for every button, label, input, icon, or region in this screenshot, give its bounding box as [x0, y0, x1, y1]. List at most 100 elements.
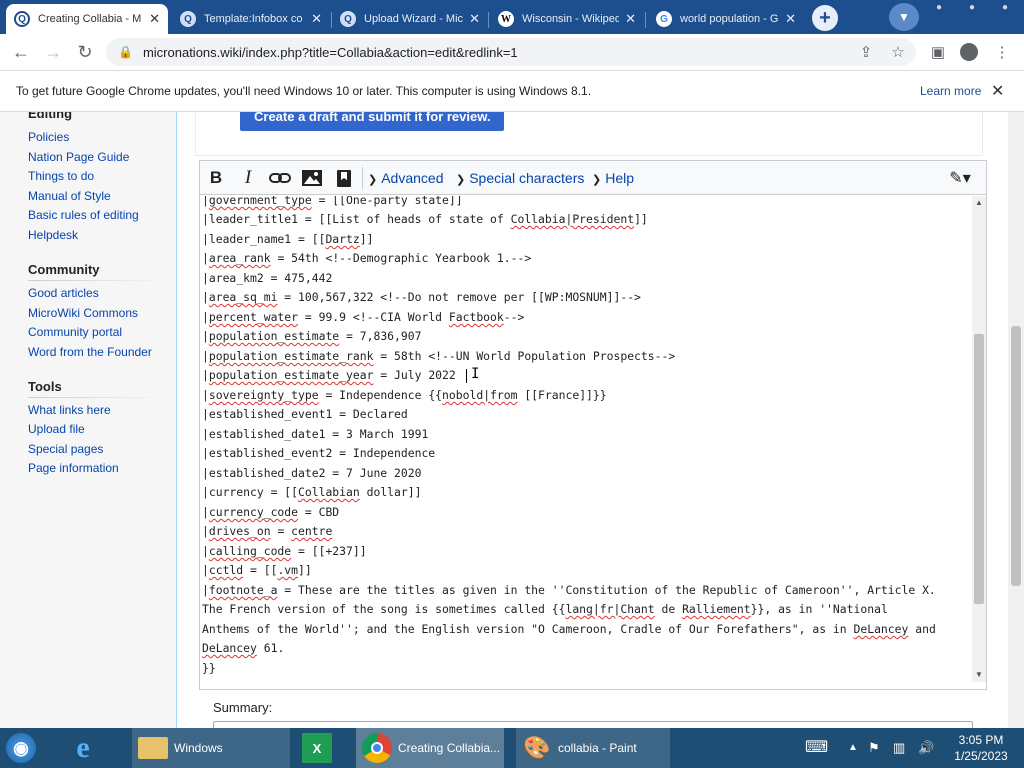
- code-line: |calling_code = [[+237]]: [202, 544, 367, 558]
- taskbar-excel[interactable]: X: [296, 728, 350, 768]
- reload-icon[interactable]: ↻: [72, 39, 98, 65]
- tab-upload-wizard[interactable]: Q Upload Wizard - Mic ✕: [332, 4, 488, 34]
- close-tab-icon[interactable]: ✕: [311, 11, 322, 27]
- code-line: |cctld = [[.vm]]: [202, 563, 312, 577]
- textarea-scroll-thumb[interactable]: [974, 334, 984, 604]
- minimize-icon[interactable]: ●: [928, 2, 950, 16]
- sidebar-item-upload-file[interactable]: Upload file: [28, 422, 85, 436]
- share-icon[interactable]: ⇪: [854, 41, 878, 63]
- tab-help[interactable]: ❯ Help: [592, 170, 634, 186]
- chevron-right-icon: ❯: [368, 174, 378, 186]
- tab-advanced[interactable]: ❯ Advanced: [368, 170, 444, 186]
- reference-icon[interactable]: [331, 166, 357, 190]
- clock-time: 3:05 PM: [958, 733, 1004, 747]
- tab-title: Creating Collabia - M: [38, 13, 142, 25]
- show-hidden-icons-icon[interactable]: ▲: [848, 742, 858, 753]
- tab-special-characters[interactable]: ❯ Special characters: [456, 170, 584, 186]
- close-tab-icon[interactable]: ✕: [625, 11, 636, 27]
- windows-start-icon: ◉: [6, 733, 36, 763]
- taskbar-item-label: Creating Collabia...: [398, 741, 501, 755]
- clock-date: 1/25/2023: [954, 749, 1008, 763]
- google-icon: G: [656, 11, 672, 27]
- internet-explorer-icon: e: [76, 731, 90, 764]
- tab-creating-collabia[interactable]: Q Creating Collabia - M ✕: [6, 4, 168, 34]
- summary-input[interactable]: [213, 721, 973, 728]
- code-line: |footnote_a = These are the titles as gi…: [202, 583, 936, 597]
- start-button[interactable]: ◉: [0, 728, 56, 768]
- close-tab-icon[interactable]: ✕: [785, 11, 796, 27]
- sidebar-item-helpdesk[interactable]: Helpdesk: [28, 228, 78, 242]
- tab-template-infobox[interactable]: Q Template:Infobox co ✕: [172, 4, 330, 34]
- side-panel-icon[interactable]: ▣: [926, 41, 950, 63]
- sidebar-item-word-from-founder[interactable]: Word from the Founder: [28, 345, 152, 359]
- back-arrow-icon[interactable]: ←: [8, 39, 34, 65]
- profile-avatar-icon[interactable]: [957, 41, 981, 63]
- tab-search-chevron-icon[interactable]: ▼: [889, 3, 919, 31]
- tab-special-characters-label: Special characters: [469, 170, 585, 186]
- wikitext-textarea[interactable]: |government_type = [[One-party state]] |…: [200, 196, 972, 682]
- new-tab-button[interactable]: +: [812, 5, 838, 31]
- tab-wisconsin[interactable]: W Wisconsin - Wikiped ✕: [490, 4, 644, 34]
- chevron-right-icon: ❯: [592, 174, 602, 186]
- taskbar-item-label: Windows: [174, 741, 223, 755]
- touch-keyboard-icon[interactable]: ⌨: [805, 737, 828, 757]
- volume-icon[interactable]: 🔊: [918, 740, 934, 756]
- maximize-icon[interactable]: ●: [961, 2, 983, 16]
- sidebar-item-what-links-here[interactable]: What links here: [28, 403, 111, 417]
- draft-notice-box: Create a draft and submit it for review.: [195, 112, 983, 156]
- sidebar-item-microwiki-commons[interactable]: MicroWiki Commons: [28, 306, 138, 320]
- sidebar-item-special-pages[interactable]: Special pages: [28, 442, 103, 456]
- code-line: Anthems of the World''; and the English …: [202, 622, 936, 636]
- scroll-down-arrow-icon[interactable]: ▼: [975, 670, 983, 679]
- page-scrollbar[interactable]: [1008, 112, 1024, 728]
- forward-arrow-icon[interactable]: →: [40, 39, 66, 65]
- address-bar[interactable]: 🔒 micronations.wiki/index.php?title=Coll…: [106, 38, 916, 66]
- code-line: |sovereignty_type = Independence {{nobol…: [202, 388, 607, 402]
- taskbar-paint[interactable]: 🎨 collabia - Paint: [516, 728, 670, 768]
- browser-tab-strip: Q Creating Collabia - M ✕ Q Template:Inf…: [0, 0, 1024, 34]
- bookmark-star-icon[interactable]: ☆: [886, 41, 910, 63]
- sidebar-item-basic-rules[interactable]: Basic rules of editing: [28, 208, 139, 222]
- code-line: |population_estimate = 7,836,907: [202, 329, 422, 343]
- create-draft-button[interactable]: Create a draft and submit it for review.: [240, 112, 505, 131]
- taskbar-chrome[interactable]: Creating Collabia...: [356, 728, 504, 768]
- editing-mode-pencil-icon[interactable]: ✎▾: [940, 166, 980, 190]
- sidebar-item-things-to-do[interactable]: Things to do: [28, 169, 94, 183]
- textarea-scrollbar[interactable]: ▲ ▼: [972, 196, 986, 682]
- code-line: |established_date1 = 3 March 1991: [202, 427, 429, 441]
- sidebar-item-policies[interactable]: Policies: [28, 130, 69, 144]
- network-icon[interactable]: ▥: [893, 740, 905, 756]
- italic-icon[interactable]: I: [235, 166, 261, 190]
- page-scroll-thumb[interactable]: [1011, 326, 1021, 586]
- image-icon[interactable]: [299, 166, 325, 190]
- close-tab-icon[interactable]: ✕: [149, 11, 160, 27]
- code-line: |percent_water = 99.9 <!--CIA World Fact…: [202, 310, 525, 324]
- tab-title: world population - G: [680, 13, 779, 25]
- sidebar-item-nation-page-guide[interactable]: Nation Page Guide: [28, 150, 129, 164]
- link-icon[interactable]: [267, 166, 293, 190]
- sidebar-item-page-information[interactable]: Page information: [28, 461, 119, 475]
- portal-divider: [28, 280, 168, 281]
- sidebar-item-good-articles[interactable]: Good articles: [28, 286, 99, 300]
- taskbar-clock[interactable]: 3:05 PM 1/25/2023: [950, 732, 1012, 764]
- bold-icon[interactable]: B: [203, 166, 229, 190]
- close-infobar-icon[interactable]: ✕: [991, 81, 1004, 101]
- learn-more-link[interactable]: Learn more: [920, 84, 981, 98]
- close-tab-icon[interactable]: ✕: [469, 11, 480, 27]
- scroll-up-arrow-icon[interactable]: ▲: [975, 198, 983, 207]
- tab-world-population[interactable]: G world population - G ✕: [648, 4, 804, 34]
- close-window-icon[interactable]: ●: [994, 2, 1016, 16]
- taskbar-internet-explorer[interactable]: e: [62, 728, 118, 768]
- tab-title: Upload Wizard - Mic: [364, 13, 464, 25]
- chrome-icon: [362, 733, 392, 763]
- update-infobar: To get future Google Chrome updates, you…: [0, 70, 1024, 112]
- taskbar-windows-explorer[interactable]: Windows: [132, 728, 290, 768]
- summary-label: Summary:: [213, 700, 273, 715]
- sidebar: Editing Policies Nation Page Guide Thing…: [0, 112, 176, 728]
- sidebar-item-manual-of-style[interactable]: Manual of Style: [28, 189, 111, 203]
- action-center-flag-icon[interactable]: ⚑: [868, 740, 880, 756]
- sidebar-heading-tools: Tools: [28, 379, 62, 394]
- chrome-menu-icon[interactable]: ⋮: [990, 41, 1014, 63]
- wiki-search-icon: Q: [180, 11, 196, 27]
- sidebar-item-community-portal[interactable]: Community portal: [28, 325, 122, 339]
